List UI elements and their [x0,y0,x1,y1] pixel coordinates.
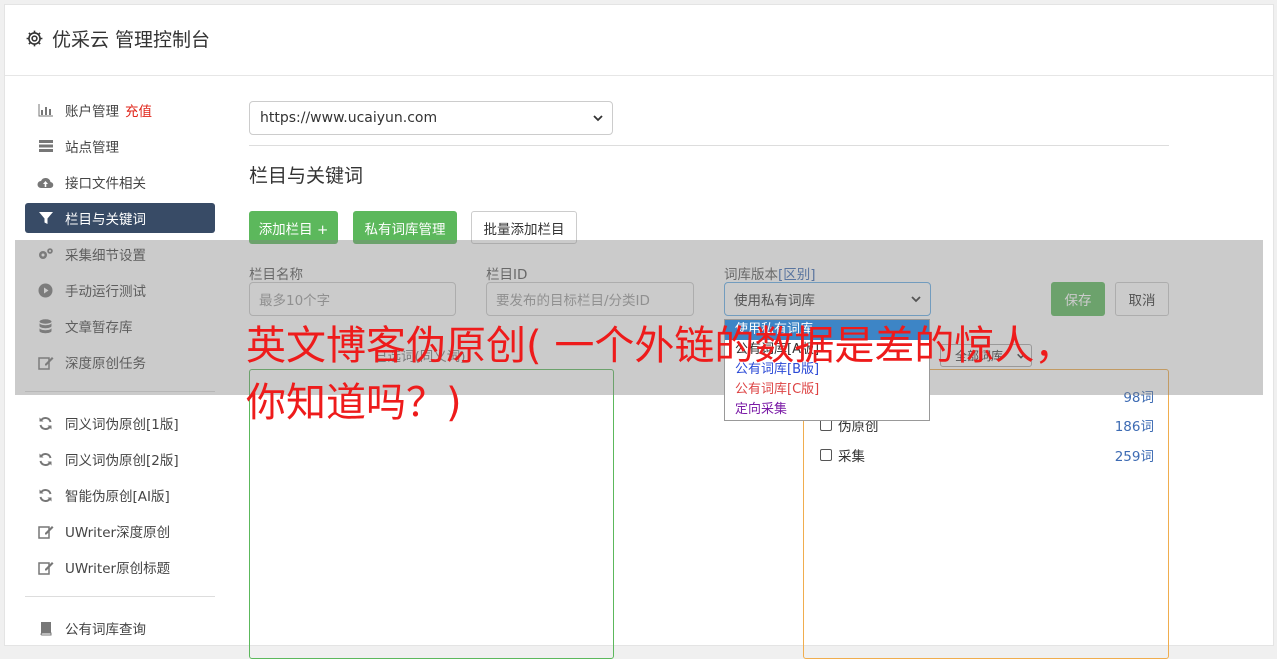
cancel-button[interactable]: 取消 [1115,282,1169,316]
site-select-value: https://www.ucaiyun.com [260,110,438,126]
sidebar-item-account[interactable]: 账户管理 充值 [25,95,215,125]
divider [249,145,1169,146]
site-select[interactable]: https://www.ucaiyun.com [249,101,613,135]
sidebar-item-columns[interactable]: 栏目与关键词 [25,203,215,233]
sidebar-item-label: 同义词伪原创[1版] [65,417,179,433]
section-title: 栏目与关键词 [249,165,364,187]
gear-icon [26,30,43,47]
library-count: 186词 [1114,419,1154,435]
sidebar-item-sites[interactable]: 站点管理 [25,131,215,161]
sidebar-item-synonym-v2[interactable]: 同义词伪原创[2版] [25,444,215,474]
sidebar-divider [25,596,215,597]
cogs-icon [37,246,54,263]
play-icon [37,282,54,299]
sidebar-item-label: 栏目与关键词 [65,212,146,228]
server-icon [37,138,54,155]
sidebar-item-uwriter-deep[interactable]: UWriter深度原创 [25,516,215,546]
batch-add-button[interactable]: 批量添加栏目 [471,211,577,244]
private-lib-button[interactable]: 私有词库管理 [353,211,457,244]
refresh-icon [37,451,54,468]
sidebar-item-label: 文章暂存库 [65,320,133,336]
chevron-down-icon [911,296,921,303]
sidebar-item-uwriter-title[interactable]: UWriter原创标题 [25,552,215,582]
book-icon [37,620,54,637]
library-count: 259词 [1114,449,1154,465]
refresh-icon [37,415,54,432]
column-id-label: 栏目ID [486,267,528,283]
brand-title: 优采云 管理控制台 [52,29,211,51]
sidebar-item-label: 接口文件相关 [65,176,146,192]
save-button[interactable]: 保存 [1051,282,1105,316]
chevron-down-icon [593,115,603,122]
library-row[interactable]: 采集 259词 [820,445,1154,465]
filter-icon [37,210,54,227]
sidebar-item-label: 智能伪原创[AI版] [65,489,170,505]
sidebar-item-interface[interactable]: 接口文件相关 [25,167,215,197]
sidebar-item-article-store[interactable]: 文章暂存库 [25,311,215,341]
sidebar-item-label: UWriter深度原创 [65,525,171,541]
top-bar: 优采云 管理控制台 [5,5,1273,76]
sidebar-item-label: 手动运行测试 [65,284,146,300]
database-icon [37,318,54,335]
sidebar-item-collect-settings[interactable]: 采集细节设置 [25,239,215,269]
edit-icon [37,523,54,540]
lib-version-label: 词库版本[区别] [724,263,816,283]
sidebar-item-public-lib[interactable]: 公有词库查询 [25,613,215,643]
sidebar-item-label: 公有词库查询 [65,622,146,638]
cloud-upload-icon [37,174,54,191]
column-name-input[interactable]: 最多10个字 [249,282,456,316]
checkbox[interactable] [820,449,832,461]
sidebar-item-ai-original[interactable]: 智能伪原创[AI版] [25,480,215,510]
sidebar-item-label: 站点管理 [65,140,119,156]
lib-version-value: 使用私有词库 [734,293,815,309]
column-id-input[interactable]: 要发布的目标栏目/分类ID [486,282,694,316]
sidebar-item-label: UWriter原创标题 [65,561,171,577]
sidebar-item-label: 采集细节设置 [65,248,146,264]
add-column-button[interactable]: 添加栏目 + [249,211,338,244]
recharge-link[interactable]: 充值 [125,100,152,120]
lib-version-text: 词库版本 [724,267,778,283]
sidebar-item-manual-run[interactable]: 手动运行测试 [25,275,215,305]
bar-chart-icon [37,102,54,119]
overlay-headline: 英文博客伪原创( 一个外链的数据是差的惊人，你知道吗？) [246,323,1075,426]
edit-icon [37,559,54,576]
edit-icon [37,354,54,371]
column-name-label: 栏目名称 [249,267,303,283]
library-count: 98词 [1123,390,1154,406]
sidebar: 账户管理 充值 站点管理 接口文件相关 栏目与关键词 采集细节设置 手动运行测试… [25,95,215,649]
lib-version-select[interactable]: 使用私有词库 [724,282,931,316]
library-name: 采集 [838,449,865,465]
sidebar-item-label: 账户管理 [65,104,119,120]
brand[interactable]: 优采云 管理控制台 [25,25,210,52]
refresh-icon [37,487,54,504]
sidebar-item-label: 同义词伪原创[2版] [65,453,179,469]
sidebar-item-synonym-v1[interactable]: 同义词伪原创[1版] [25,408,215,438]
sidebar-item-label: 深度原创任务 [65,356,146,372]
difference-link[interactable]: [区别] [778,267,816,283]
sidebar-item-deep-original[interactable]: 深度原创任务 [25,347,215,377]
sidebar-divider [25,391,215,392]
